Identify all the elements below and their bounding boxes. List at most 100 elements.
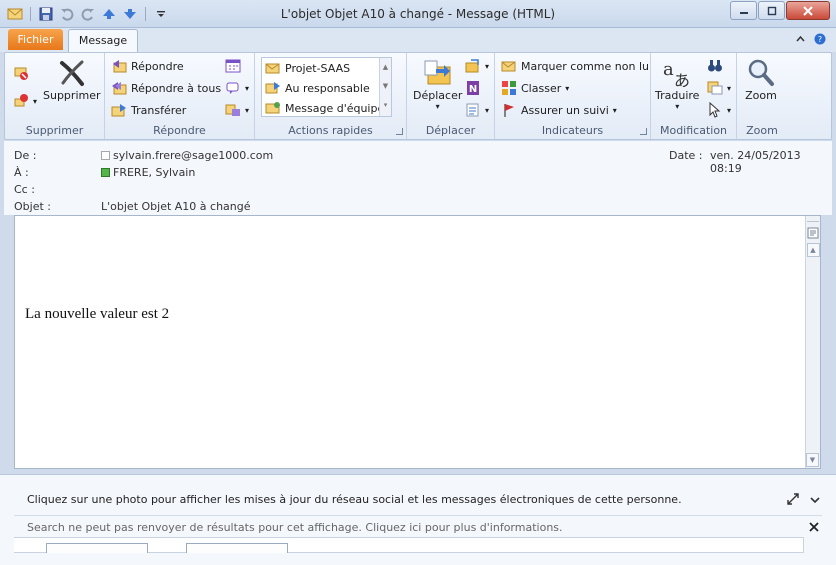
forward-icon <box>111 104 126 117</box>
reply-icon <box>113 60 127 73</box>
quick-step-au-responsable[interactable]: Au responsable <box>262 78 391 98</box>
expand-pane-icon[interactable] <box>787 493 799 505</box>
group-repondre: Répondre Répondre à tous Transférer ▾ ▾ … <box>105 53 255 139</box>
reply-button[interactable]: Répondre <box>111 56 184 76</box>
delete-x-icon <box>59 60 84 86</box>
ribbon-tab-row: Fichier Message ? <box>0 28 836 52</box>
im-reply-button[interactable]: ▾ <box>225 78 249 98</box>
window-controls <box>730 1 830 20</box>
expand-gallery-icon[interactable]: ▾ <box>380 96 391 115</box>
mark-unread-icon <box>501 61 516 72</box>
cleanup-button[interactable]: ▾ <box>13 91 37 111</box>
maximize-button[interactable] <box>758 1 785 20</box>
body-scrollbar[interactable]: ▲ ▼ <box>805 216 820 468</box>
translate-button[interactable]: aあ Traduire ▾ <box>655 57 699 111</box>
follow-up-button[interactable]: Assurer un suivi ▾ <box>501 100 617 120</box>
onenote-button[interactable]: N <box>465 78 481 98</box>
restore-icon <box>767 6 776 15</box>
quick-steps-gallery: Projet-SAAS Au responsable Message d'équ… <box>261 57 392 117</box>
date-value: ven. 24/05/2013 08:19 <box>710 149 801 175</box>
move-button[interactable]: Déplacer ▾ <box>413 57 462 111</box>
translate-icon: aあ <box>663 59 690 89</box>
actions-icon <box>466 103 479 117</box>
meeting-button[interactable] <box>225 56 241 76</box>
title-bar: L'objet Objet A10 à changé - Message (HT… <box>0 0 836 28</box>
dropdown-arrow-icon: ▾ <box>727 83 732 93</box>
tab-file[interactable]: Fichier <box>8 29 63 50</box>
ignore-button[interactable] <box>13 63 29 83</box>
group-modification: aあ Traduire ▾ ▾ ▾ Modification <box>651 53 737 139</box>
from-value[interactable]: sylvain.frere@sage1000.com <box>113 149 273 162</box>
divider <box>14 515 822 516</box>
scrollbar-split-handle[interactable] <box>807 218 819 222</box>
close-icon <box>803 5 813 16</box>
collapse-pane-icon[interactable] <box>810 495 820 505</box>
ribbon: ▾ Supprimer Supprimer Répondre Répondre … <box>4 52 832 140</box>
actions-button[interactable]: ▾ <box>465 100 489 120</box>
quick-step-message-equipe[interactable]: Message d'équipe <box>262 98 391 118</box>
svg-text:N: N <box>469 84 477 95</box>
svg-text:a: a <box>663 59 674 80</box>
scroll-up-icon[interactable]: ▲ <box>380 58 391 77</box>
forward-button[interactable]: Transférer <box>111 100 186 120</box>
message-body[interactable]: La nouvelle valeur est 2 ▲ ▼ <box>14 215 821 469</box>
cleanup-icon <box>14 94 28 107</box>
subject-label: Objet : <box>14 200 51 213</box>
delete-button[interactable]: Supprimer <box>43 57 101 102</box>
close-button[interactable] <box>786 1 830 20</box>
dropdown-arrow-icon: ▾ <box>485 105 490 115</box>
dialog-launcher-icon[interactable] <box>640 128 647 135</box>
group-supprimer: ▾ Supprimer Supprimer <box>5 53 105 139</box>
help-icon[interactable]: ? <box>814 33 826 45</box>
reply-all-button[interactable]: Répondre à tous <box>111 78 221 98</box>
cc-label: Cc : <box>14 183 35 196</box>
people-pane-hint: Cliquez sur une photo pour afficher les … <box>27 493 682 506</box>
group-label-actions-rapides: Actions rapides <box>288 124 373 137</box>
group-label-deplacer: Déplacer <box>425 124 476 137</box>
search-notice[interactable]: Search ne peut pas renvoyer de résultats… <box>27 521 563 534</box>
group-label-zoom: Zoom <box>746 124 778 137</box>
people-pane-tab[interactable] <box>186 543 288 553</box>
quick-steps-scrollbar[interactable]: ▲ ▼ ▾ <box>379 58 391 116</box>
quick-step-projet-saas[interactable]: Projet-SAAS <box>262 58 391 78</box>
from-field[interactable]: sylvain.frere@sage1000.com <box>101 149 273 162</box>
presence-icon <box>101 151 110 160</box>
to-label: À : <box>14 166 29 179</box>
presence-online-icon <box>101 168 110 177</box>
zoom-button[interactable]: Zoom <box>745 57 777 102</box>
categorize-button[interactable]: Classer ▾ <box>501 78 569 98</box>
scroll-down-arrow-icon[interactable]: ▼ <box>806 453 819 467</box>
group-label-repondre: Répondre <box>153 124 206 137</box>
window-title: L'objet Objet A10 à changé - Message (HT… <box>280 7 556 21</box>
follow-up-flag-icon <box>504 104 514 117</box>
to-value[interactable]: FRERE, Sylvain <box>113 166 195 179</box>
people-pane-tab[interactable] <box>46 543 148 553</box>
group-label-indicateurs: Indicateurs <box>541 124 604 137</box>
scroll-up-arrow-icon[interactable]: ▲ <box>806 243 820 257</box>
scroll-down-icon[interactable]: ▼ <box>380 77 391 96</box>
dropdown-arrow-icon: ▾ <box>612 105 617 115</box>
to-field[interactable]: FRERE, Sylvain <box>101 166 195 179</box>
group-zoom: Zoom Zoom <box>737 53 787 139</box>
dialog-launcher-icon[interactable] <box>396 128 403 135</box>
find-button[interactable] <box>707 56 723 76</box>
dropdown-arrow-icon: ▾ <box>485 61 490 71</box>
related-icon <box>707 81 723 95</box>
minimize-button[interactable] <box>730 1 757 20</box>
ignore-icon <box>14 67 28 80</box>
rules-button[interactable]: ▾ <box>465 56 489 76</box>
select-button[interactable]: ▾ <box>707 100 731 120</box>
more-reply-button[interactable]: ▾ <box>225 100 249 120</box>
subject-value: L'objet Objet A10 à changé <box>101 200 251 213</box>
date-label: Date : <box>669 149 703 162</box>
close-notice-icon[interactable] <box>809 522 819 532</box>
delete-label: Supprimer <box>43 89 101 102</box>
mark-unread-button[interactable]: Marquer comme non lu <box>501 56 649 76</box>
minimize-ribbon-icon[interactable] <box>795 33 806 44</box>
related-button[interactable]: ▾ <box>707 78 731 98</box>
view-ruler-icon[interactable] <box>807 226 820 239</box>
svg-text:あ: あ <box>674 71 690 89</box>
dropdown-arrow-icon: ▾ <box>727 105 732 115</box>
tab-message[interactable]: Message <box>68 29 138 52</box>
group-label-supprimer: Supprimer <box>25 124 84 137</box>
